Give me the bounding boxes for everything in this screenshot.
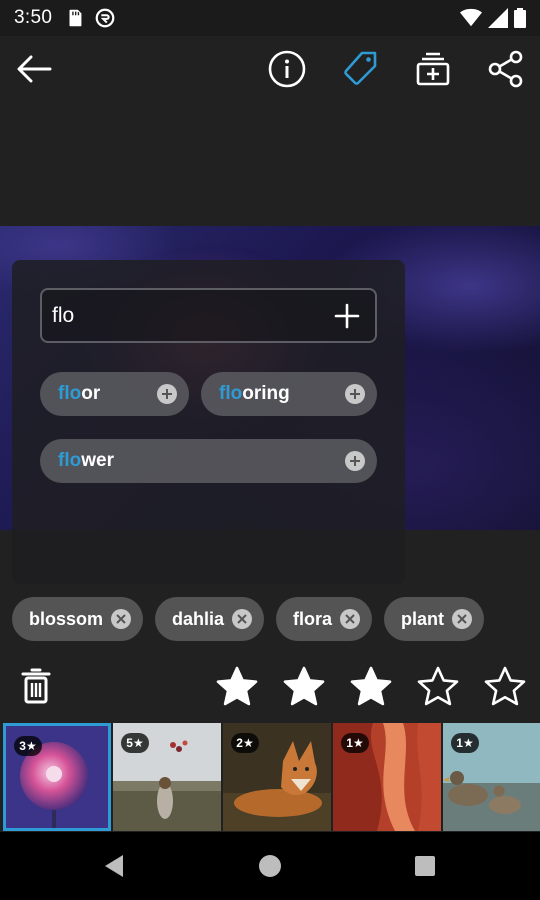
suggestion-rest: wer — [81, 450, 114, 471]
cell-signal-icon — [488, 8, 508, 28]
add-suggestion-icon[interactable] — [345, 384, 365, 404]
share-button[interactable] — [482, 45, 530, 93]
wifi-icon — [460, 8, 482, 27]
tag-chip-label: blossom — [29, 608, 104, 629]
rating-badge: 5★ — [121, 733, 149, 753]
back-button[interactable] — [10, 45, 58, 93]
tag-icon — [344, 51, 377, 85]
star-outline-icon[interactable] — [417, 666, 459, 708]
thumbnail[interactable]: 1★ — [333, 723, 441, 831]
thumbnail[interactable]: 2★ — [223, 723, 331, 831]
tag-input[interactable] — [52, 303, 329, 328]
suggestion-match: flo — [219, 383, 243, 404]
rating-badge: 3★ — [14, 736, 42, 756]
thumbnail[interactable]: 5★ — [113, 723, 221, 831]
nav-recents-button[interactable] — [405, 846, 445, 886]
status-time: 3:50 — [14, 7, 53, 28]
tag-chip[interactable]: plant — [384, 597, 484, 641]
info-button[interactable] — [263, 45, 311, 93]
status-bar: 3:50 — [0, 0, 540, 36]
add-tag-button[interactable] — [329, 298, 365, 334]
tag-suggestion[interactable]: flo oring — [201, 372, 377, 416]
suggestion-rest: oring — [242, 383, 290, 404]
suggestion-match: flo — [58, 383, 82, 404]
star-filled-icon[interactable] — [283, 666, 325, 708]
thumbnail[interactable]: 3★ — [3, 723, 111, 831]
star-outline-icon[interactable] — [484, 666, 526, 708]
tag-chip[interactable]: flora — [276, 597, 373, 641]
back-triangle-icon — [105, 855, 123, 877]
delete-button[interactable] — [14, 662, 58, 710]
star-filled-icon[interactable] — [350, 666, 392, 708]
nav-back-button[interactable] — [94, 846, 134, 886]
thumbnail[interactable]: 1★ — [443, 723, 540, 831]
tag-chip-label: dahlia — [172, 608, 225, 629]
tag-input-container — [40, 288, 377, 343]
nav-home-button[interactable] — [250, 846, 290, 886]
rating-badge: 1★ — [341, 733, 369, 753]
star-filled-icon[interactable] — [216, 666, 258, 708]
add-suggestion-icon[interactable] — [345, 451, 365, 471]
add-to-collection-button[interactable] — [409, 45, 457, 93]
sd-card-icon — [69, 9, 82, 27]
filmstrip: 3★ 5★ 2★ 1★ 1★ — [0, 723, 540, 831]
tag-chip-label: flora — [293, 608, 333, 629]
add-suggestion-icon[interactable] — [157, 384, 177, 404]
remove-tag-icon[interactable] — [340, 609, 361, 629]
tag-button[interactable] — [336, 45, 384, 93]
system-nav-bar — [0, 832, 540, 900]
tag-chip-label: plant — [401, 608, 444, 629]
suggestion-match: flo — [58, 450, 82, 471]
trash-icon — [21, 668, 51, 704]
add-to-collection-icon — [416, 52, 450, 86]
tag-chip[interactable]: dahlia — [155, 597, 265, 641]
info-icon — [268, 50, 306, 88]
suggestion-rest: or — [81, 383, 101, 404]
remove-tag-icon[interactable] — [452, 609, 472, 629]
recents-square-icon — [415, 856, 435, 876]
back-arrow-icon — [17, 55, 52, 83]
tag-suggestion[interactable]: flo or — [40, 372, 189, 416]
home-circle-icon — [259, 855, 281, 877]
at-sign-icon — [95, 8, 115, 28]
tag-editor-panel: floor flooring flower — [12, 260, 405, 584]
tag-suggestion[interactable]: flo wer — [40, 439, 377, 483]
remove-tag-icon[interactable] — [111, 609, 132, 629]
plus-icon — [334, 303, 360, 328]
rating-badge: 1★ — [451, 733, 479, 753]
share-icon — [488, 50, 523, 88]
battery-icon — [514, 8, 526, 28]
toolbar — [0, 36, 540, 102]
remove-tag-icon[interactable] — [232, 609, 253, 629]
rating-badge: 2★ — [231, 733, 259, 753]
tag-chip[interactable]: blossom — [12, 597, 144, 641]
